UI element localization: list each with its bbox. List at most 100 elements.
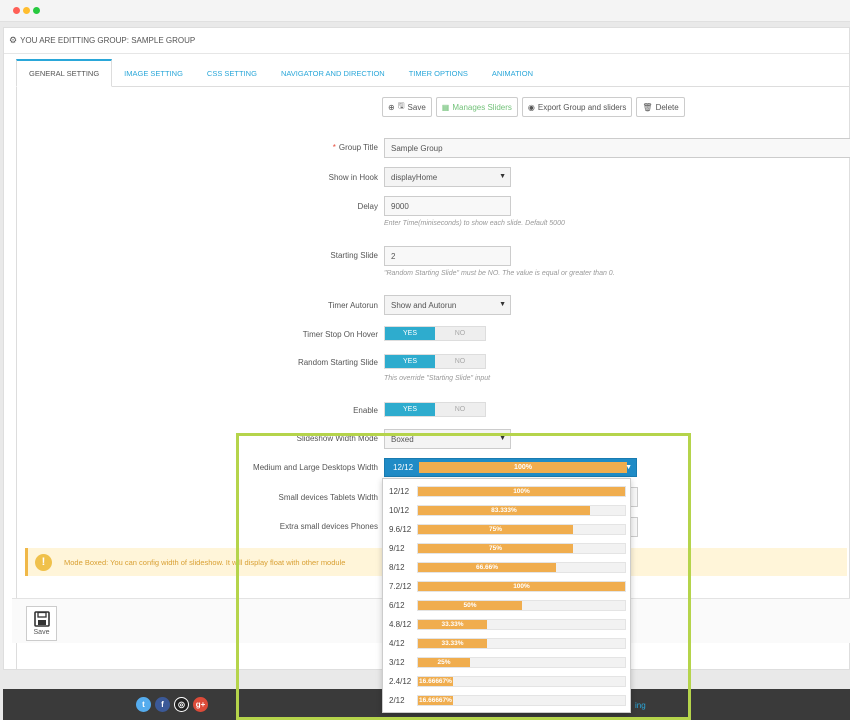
width-option-track: 100%: [417, 486, 626, 497]
minimize-window-dot[interactable]: [23, 7, 30, 14]
width-option-track: 33.33%: [417, 638, 626, 649]
tab-navigator-direction[interactable]: NAVIGATOR AND DIRECTION: [269, 59, 397, 87]
export-group-label: Export Group and sliders: [537, 102, 627, 112]
toggle-no[interactable]: NO: [435, 355, 485, 368]
width-option[interactable]: 2.4/12 16.66667%: [383, 672, 632, 691]
caret-down-icon: ▼: [499, 301, 506, 308]
enable-toggle[interactable]: YES NO: [384, 402, 486, 417]
width-option-bar: 66.66%: [418, 563, 556, 572]
width-option-track: 75%: [417, 543, 626, 554]
starting-slide-input[interactable]: 2: [384, 246, 511, 266]
width-option-track: 83.333%: [417, 505, 626, 516]
show-in-hook-value: displayHome: [391, 172, 438, 182]
xs-width-label: Extra small devices Phones: [279, 522, 378, 531]
width-option-track: 75%: [417, 524, 626, 535]
panel-title: YOU ARE EDITTING GROUP: SAMPLE GROUP: [20, 36, 196, 45]
timer-autorun-select[interactable]: Show and Autorun ▼: [384, 295, 511, 315]
md-width-value: 12/12: [393, 463, 414, 472]
width-option[interactable]: 3/12 25%: [383, 653, 632, 672]
width-option-label: 2.4/12: [389, 677, 412, 686]
width-option-bar: 16.66667%: [418, 696, 453, 705]
tab-css-setting[interactable]: CSS SETTING: [195, 59, 269, 87]
group-title-input[interactable]: Sample Group: [384, 138, 850, 158]
delay-help: Enter Time(miniseconds) to show each sli…: [384, 220, 565, 227]
browser-chrome: [0, 0, 850, 22]
width-option-label: 7.2/12: [389, 582, 412, 591]
toolbar-save-label: Save: [407, 102, 426, 112]
export-group-button[interactable]: ◉ Export Group and sliders: [521, 97, 633, 117]
width-option-bar: 83.333%: [418, 506, 590, 515]
width-option[interactable]: 12/12 100%: [383, 482, 632, 501]
tab-timer-options[interactable]: TIMER OPTIONS: [397, 59, 480, 87]
caret-down-icon: ▼: [499, 435, 506, 442]
manage-sliders-button[interactable]: ▦ Manages Sliders: [435, 97, 518, 117]
width-mode-value: Boxed: [391, 434, 414, 444]
save-label: Save: [33, 629, 50, 636]
width-option-bar: 16.66667%: [418, 677, 453, 686]
close-window-dot[interactable]: [13, 7, 20, 14]
width-option-bar: 75%: [418, 525, 573, 534]
toggle-yes[interactable]: YES: [385, 403, 435, 416]
twitter-icon[interactable]: t: [136, 697, 151, 712]
facebook-icon[interactable]: f: [155, 697, 170, 712]
enable-label: Enable: [353, 406, 378, 415]
tab-animation[interactable]: ANIMATION: [480, 59, 545, 87]
google-plus-icon[interactable]: g+: [193, 697, 208, 712]
width-option-label: 2/12: [389, 696, 405, 705]
md-width-select[interactable]: 12/12 100% ▼: [384, 458, 637, 477]
width-option[interactable]: 7.2/12 100%: [383, 577, 632, 596]
width-option-label: 10/12: [389, 506, 410, 515]
width-option[interactable]: 4/12 33.33%: [383, 634, 632, 653]
width-option-track: 66.66%: [417, 562, 626, 573]
tab-image-setting[interactable]: IMAGE SETTING: [112, 59, 195, 87]
toolbar-save-button[interactable]: ⊕ 🖫 Save: [382, 97, 432, 117]
width-option[interactable]: 9/12 75%: [383, 539, 632, 558]
show-in-hook-label: Show in Hook: [328, 173, 378, 182]
caret-down-icon: ▼: [499, 173, 506, 180]
save-button[interactable]: Save: [26, 606, 57, 641]
timer-stop-toggle[interactable]: YES NO: [384, 326, 486, 341]
width-option-label: 3/12: [389, 658, 405, 667]
timer-autorun-label: Timer Autorun: [328, 301, 378, 310]
settings-tabs: GENERAL SETTING IMAGE SETTING CSS SETTIN…: [16, 59, 849, 87]
width-mode-select[interactable]: Boxed ▼: [384, 429, 511, 449]
eye-icon: ◉: [527, 102, 535, 112]
width-option-bar: 25%: [418, 658, 470, 667]
random-start-toggle[interactable]: YES NO: [384, 354, 486, 369]
caret-down-icon: ▼: [625, 464, 632, 471]
starting-slide-label: Starting Slide: [330, 251, 378, 260]
toggle-yes[interactable]: YES: [385, 355, 435, 368]
delete-button[interactable]: 🗑 Delete: [636, 97, 685, 117]
show-in-hook-select[interactable]: displayHome ▼: [384, 167, 511, 187]
sm-width-label: Small devices Tablets Width: [278, 493, 378, 502]
width-option[interactable]: 8/12 66.66%: [383, 558, 632, 577]
width-option[interactable]: 4.8/12 33.33%: [383, 615, 632, 634]
width-option-track: 25%: [417, 657, 626, 668]
maximize-window-dot[interactable]: [33, 7, 40, 14]
md-width-bar: 100%: [419, 462, 627, 473]
width-option-track: 50%: [417, 600, 626, 611]
width-mode-label: Slideshow Width Mode: [296, 434, 378, 443]
alert-text: Mode Boxed: You can config width of slid…: [64, 557, 346, 567]
footer-link[interactable]: ing: [635, 701, 646, 710]
width-option[interactable]: 10/12 83.333%: [383, 501, 632, 520]
width-option[interactable]: 6/12 50%: [383, 596, 632, 615]
width-option-label: 9/12: [389, 544, 405, 553]
toggle-no[interactable]: NO: [435, 327, 485, 340]
width-options-dropdown: 12/12 100% 10/12 83.333% 9.6/12 75% 9/12 75% 8/1…: [382, 478, 631, 713]
film-icon: ▦: [441, 102, 450, 112]
width-option-label: 6/12: [389, 601, 405, 610]
toggle-no[interactable]: NO: [435, 403, 485, 416]
delete-label: Delete: [655, 102, 679, 112]
toggle-yes[interactable]: YES: [385, 327, 435, 340]
delay-input[interactable]: 9000: [384, 196, 511, 216]
github-icon[interactable]: ◎: [174, 697, 189, 712]
width-option[interactable]: 9.6/12 75%: [383, 520, 632, 539]
gears-icon: ⚙: [9, 35, 18, 45]
width-option-bar: 100%: [418, 487, 625, 496]
tab-general-setting[interactable]: GENERAL SETTING: [16, 59, 113, 87]
width-option[interactable]: 2/12 16.66667%: [383, 691, 632, 710]
width-option-bar: 33.33%: [418, 639, 487, 648]
width-option-bar: 33.33%: [418, 620, 487, 629]
width-option-label: 9.6/12: [389, 525, 412, 534]
